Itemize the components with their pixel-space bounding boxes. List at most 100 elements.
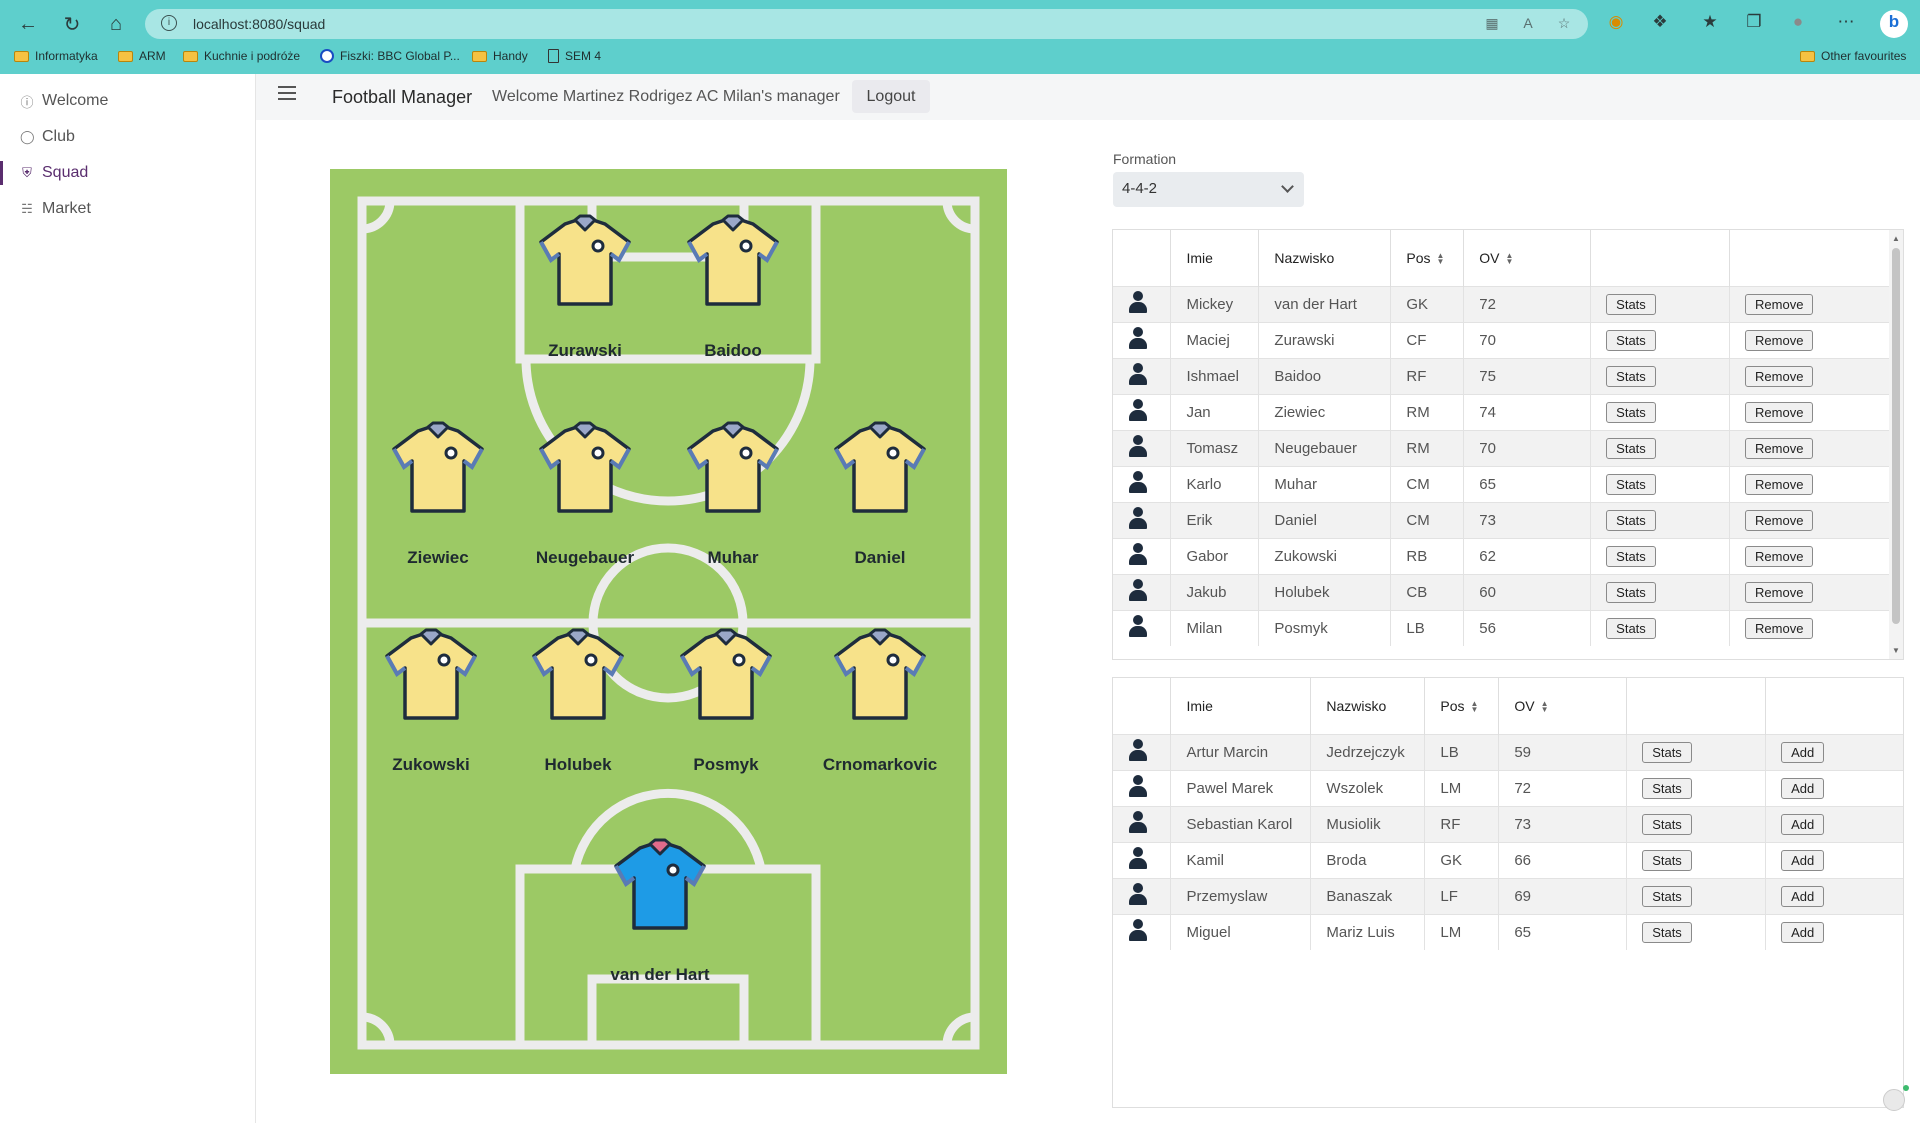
home-icon[interactable]: ⌂: [102, 10, 130, 38]
stats-button[interactable]: Stats: [1606, 545, 1656, 567]
sort-icon[interactable]: ▲ ▼: [1506, 252, 1514, 266]
column-header-overall[interactable]: OV ▲ ▼: [1463, 230, 1592, 286]
bookmark-fiszki[interactable]: Fiszki: BBC Global P...: [320, 49, 460, 63]
player-shirt-icon[interactable]: [676, 626, 776, 726]
player-name-label: Crnomarkovic: [822, 755, 938, 774]
scroll-down-icon[interactable]: ▼: [1892, 646, 1900, 655]
sidebar-item-squad[interactable]: ⛨ Squad: [0, 157, 255, 189]
scroll-up-icon[interactable]: ▲: [1892, 234, 1900, 243]
site-info-icon[interactable]: i: [161, 15, 177, 31]
stats-button[interactable]: Stats: [1642, 741, 1692, 763]
column-header-position[interactable]: Pos ▲ ▼: [1390, 230, 1465, 286]
player-shirt-icon[interactable]: [381, 626, 481, 726]
url-text[interactable]: localhost:8080/squad: [193, 16, 325, 32]
stats-cell: Stats: [1590, 537, 1731, 574]
sidebar-item-market[interactable]: ☵ Market: [0, 193, 255, 225]
column-header-position[interactable]: Pos ▲ ▼: [1424, 678, 1500, 734]
player-shirt-icon[interactable]: [683, 212, 783, 312]
stats-button[interactable]: Stats: [1606, 473, 1656, 495]
remove-button[interactable]: Remove: [1745, 581, 1814, 603]
profile-icon[interactable]: ●: [1786, 10, 1810, 34]
player-shirt-icon[interactable]: [528, 626, 628, 726]
sort-icon[interactable]: ▲ ▼: [1471, 700, 1479, 714]
logout-button[interactable]: Logout: [852, 80, 930, 113]
extension-icon[interactable]: ◉: [1604, 10, 1628, 34]
add-button[interactable]: Add: [1781, 741, 1825, 763]
more-options-icon[interactable]: ⋯: [1834, 10, 1858, 34]
column-header-add: [1765, 678, 1903, 734]
remove-button[interactable]: Remove: [1745, 329, 1814, 351]
back-icon[interactable]: ←: [14, 10, 42, 38]
remove-button[interactable]: Remove: [1745, 473, 1814, 495]
scroll-thumb[interactable]: [1892, 248, 1900, 624]
feedback-icon[interactable]: [1883, 1089, 1905, 1111]
player-shirt-icon[interactable]: [830, 626, 930, 726]
column-header-overall[interactable]: OV ▲ ▼: [1498, 678, 1628, 734]
stats-button[interactable]: Stats: [1642, 777, 1692, 799]
add-button[interactable]: Add: [1781, 921, 1825, 943]
remove-button[interactable]: Remove: [1745, 293, 1814, 315]
remove-button[interactable]: Remove: [1745, 509, 1814, 531]
add-button[interactable]: Add: [1781, 849, 1825, 871]
stats-button[interactable]: Stats: [1606, 509, 1656, 531]
stats-button[interactable]: Stats: [1642, 921, 1692, 943]
formation-select[interactable]: 4-4-2: [1113, 172, 1304, 207]
add-button[interactable]: Add: [1781, 885, 1825, 907]
remove-button[interactable]: Remove: [1745, 437, 1814, 459]
reader-view-icon[interactable]: ▦: [1483, 15, 1501, 33]
stats-button[interactable]: Stats: [1606, 617, 1656, 639]
player-shirt-icon[interactable]: [388, 419, 488, 519]
remove-button[interactable]: Remove: [1745, 545, 1814, 567]
menu-icon[interactable]: [278, 86, 296, 104]
stats-button[interactable]: Stats: [1642, 849, 1692, 871]
bookmark-sem4[interactable]: SEM 4: [548, 49, 601, 63]
add-cell: Add: [1765, 841, 1903, 878]
add-button[interactable]: Add: [1781, 813, 1825, 835]
overall-cell: 62: [1463, 537, 1592, 574]
refresh-icon[interactable]: ↻: [58, 10, 86, 38]
stats-button[interactable]: Stats: [1606, 329, 1656, 351]
bing-icon[interactable]: b: [1880, 10, 1908, 38]
remove-button[interactable]: Remove: [1745, 617, 1814, 639]
column-header-first-name: Imie: [1170, 230, 1260, 286]
sort-icon[interactable]: ▲ ▼: [1541, 700, 1549, 714]
add-favourite-icon[interactable]: ☆: [1555, 15, 1573, 33]
remove-button[interactable]: Remove: [1745, 401, 1814, 423]
bookmark-informatyka[interactable]: Informatyka: [14, 49, 98, 63]
bookmark-kuchnie[interactable]: Kuchnie i podróże: [183, 49, 300, 63]
sidebar-item-welcome[interactable]: ⓘ Welcome: [0, 85, 255, 117]
sidebar-item-club[interactable]: ◯ Club: [0, 121, 255, 153]
read-aloud-icon[interactable]: A: [1519, 15, 1537, 33]
goalkeeper-shirt-icon[interactable]: [610, 836, 710, 936]
stats-button[interactable]: Stats: [1642, 813, 1692, 835]
first-name-cell: Jan: [1170, 393, 1260, 430]
add-button[interactable]: Add: [1781, 777, 1825, 799]
person-icon: [1128, 543, 1148, 565]
app-title[interactable]: Football Manager: [332, 87, 472, 108]
player-shirt-icon[interactable]: [830, 419, 930, 519]
collections-icon[interactable]: ❐: [1742, 10, 1766, 34]
person-icon: [1128, 615, 1148, 638]
squad-table-container[interactable]: Imie Nazwisko Pos ▲ ▼ OV ▲ ▼ Mickey van der H…: [1112, 229, 1904, 660]
player-shirt-icon[interactable]: [683, 419, 783, 519]
last-name-cell: Jedrzejczyk: [1310, 733, 1426, 770]
table-row: Jan Ziewiec RM 74 Stats Remove: [1113, 393, 1891, 430]
stats-button[interactable]: Stats: [1606, 401, 1656, 423]
stats-button[interactable]: Stats: [1642, 885, 1692, 907]
stats-button[interactable]: Stats: [1606, 365, 1656, 387]
extensions-puzzle-icon[interactable]: ❖: [1648, 10, 1672, 34]
squad-table-scrollbar[interactable]: ▲ ▼: [1889, 230, 1903, 659]
bookmark-handy[interactable]: Handy: [472, 49, 528, 63]
stats-cell: Stats: [1626, 877, 1767, 914]
address-bar[interactable]: i localhost:8080/squad ▦ A ☆: [145, 9, 1588, 39]
player-shirt-icon[interactable]: [535, 212, 635, 312]
stats-button[interactable]: Stats: [1606, 293, 1656, 315]
favourites-icon[interactable]: ★: [1698, 10, 1722, 34]
other-favourites[interactable]: Other favourites: [1800, 49, 1906, 63]
stats-button[interactable]: Stats: [1606, 581, 1656, 603]
bookmark-arm[interactable]: ARM: [118, 49, 166, 63]
sort-icon[interactable]: ▲ ▼: [1436, 252, 1444, 266]
player-shirt-icon[interactable]: [535, 419, 635, 519]
remove-button[interactable]: Remove: [1745, 365, 1814, 387]
stats-button[interactable]: Stats: [1606, 437, 1656, 459]
